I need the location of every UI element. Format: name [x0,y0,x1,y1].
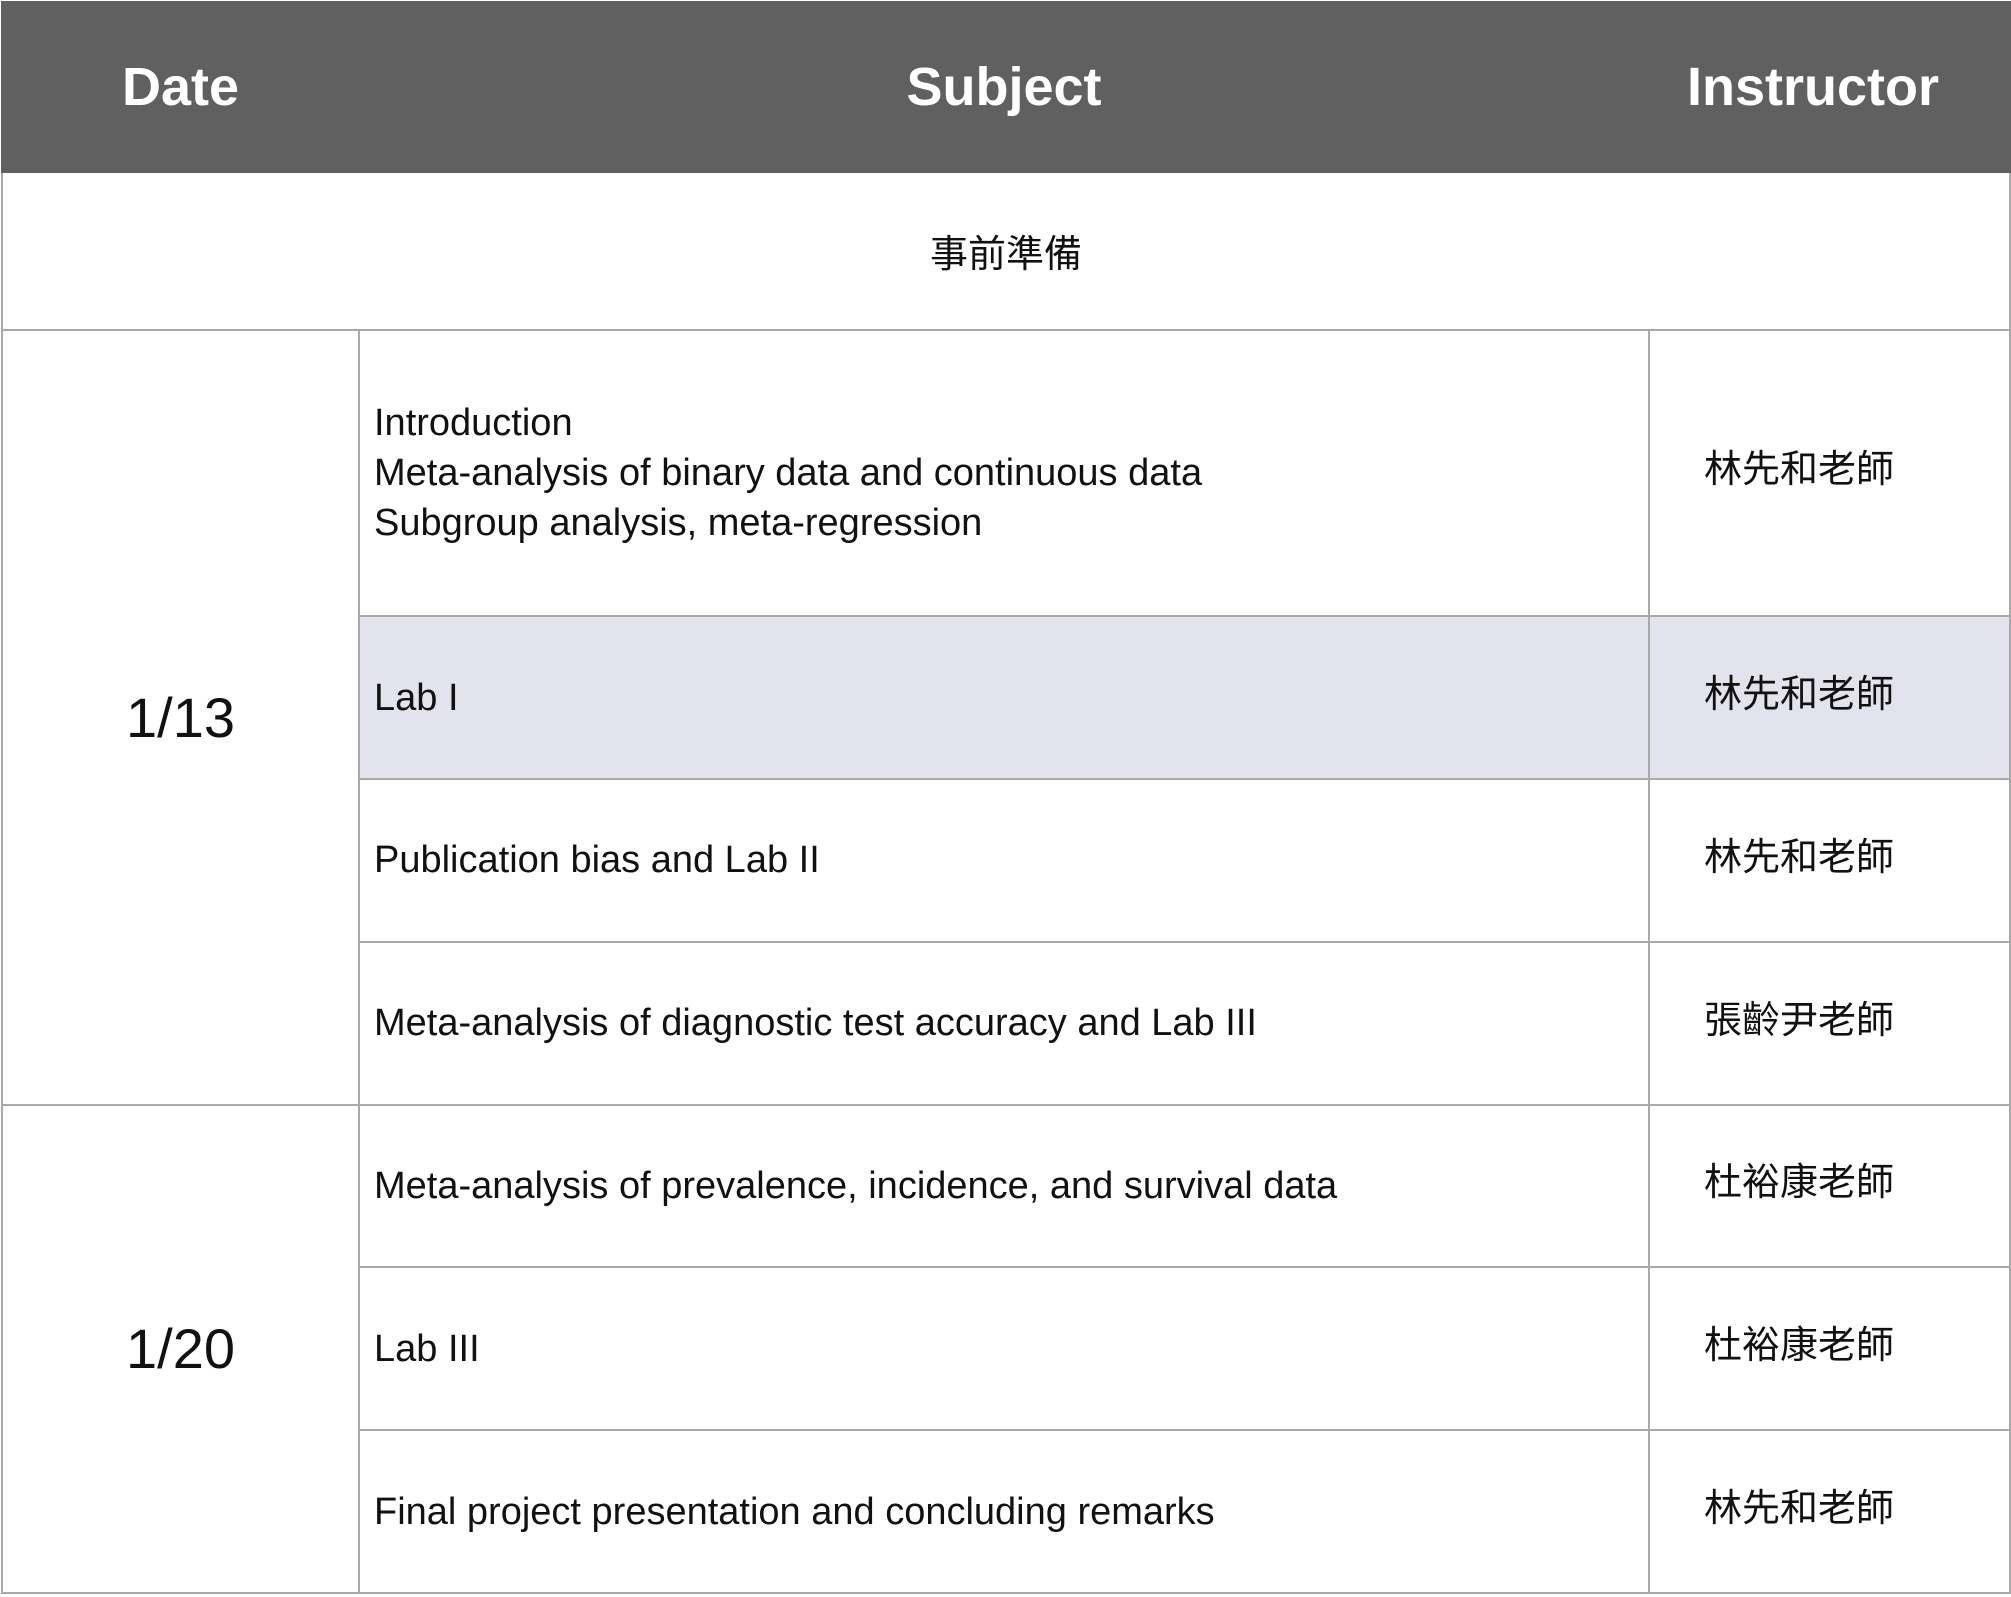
date-cell: 1/13 [1,328,360,1106]
subject-line: Meta-analysis of diagnostic test accurac… [374,1002,1257,1045]
subject-cell: Meta-analysis of prevalence, incidence, … [358,1103,1650,1269]
instructor-cell: 杜裕康老師 [1648,1266,2011,1432]
instructor-name: 張齡尹老師 [1704,999,1895,1042]
header-row: Date Subject Instructor [1,1,2011,173]
instructor-cell: 杜裕康老師 [1648,1103,2011,1269]
subject-line: Final project presentation and concludin… [374,1490,1215,1533]
instructor-cell: 林先和老師 [1648,328,2011,618]
subject-line: Subgroup analysis, meta-regression [374,501,983,544]
preparation-row: 事前準備 [1,171,2011,331]
header-subject: Subject [358,1,1650,173]
course-schedule-table: Date Subject Instructor 事前準備 1/13 Introd… [1,1,2011,1595]
instructor-cell: 林先和老師 [1648,777,2011,943]
subject-cell: Lab III [358,1266,1650,1432]
instructor-name: 杜裕康老師 [1704,1162,1895,1205]
table-body: 事前準備 1/13 Introduction Meta-analysis of … [1,171,2011,1595]
subject-line: Meta-analysis of binary data and continu… [374,451,1203,494]
subject-cell: Meta-analysis of diagnostic test accurac… [358,940,1650,1106]
subject-cell: Final project presentation and concludin… [358,1429,1650,1594]
instructor-name: 林先和老師 [1704,674,1895,717]
subject-line: Introduction [374,401,573,444]
instructor-name: 林先和老師 [1704,836,1895,879]
table-row: 1/20 Meta-analysis of prevalence, incide… [1,1103,2011,1595]
subject-cell: Introduction Meta-analysis of binary dat… [358,328,1650,618]
table-row: 1/13 Introduction Meta-analysis of binar… [1,328,2011,1106]
subject-line: Meta-analysis of prevalence, incidence, … [374,1164,1338,1207]
header-instructor: Instructor [1648,1,2011,173]
instructor-name: 林先和老師 [1704,1488,1895,1531]
subject-line: Lab III [374,1327,480,1370]
instructor-name: 杜裕康老師 [1704,1325,1895,1368]
instructor-name: 林先和老師 [1704,449,1895,492]
subject-line: Lab I [374,676,459,719]
instructor-cell: 林先和老師 [1648,615,2011,780]
table-header: Date Subject Instructor [1,1,2011,173]
date-cell: 1/20 [1,1103,360,1595]
subject-cell: Publication bias and Lab II [358,777,1650,943]
subject-cell: Lab I [358,615,1650,780]
preparation-cell: 事前準備 [1,171,2011,331]
instructor-cell: 張齡尹老師 [1648,940,2011,1106]
header-date: Date [1,1,360,173]
instructor-cell: 林先和老師 [1648,1429,2011,1594]
subject-line: Publication bias and Lab II [374,839,820,882]
